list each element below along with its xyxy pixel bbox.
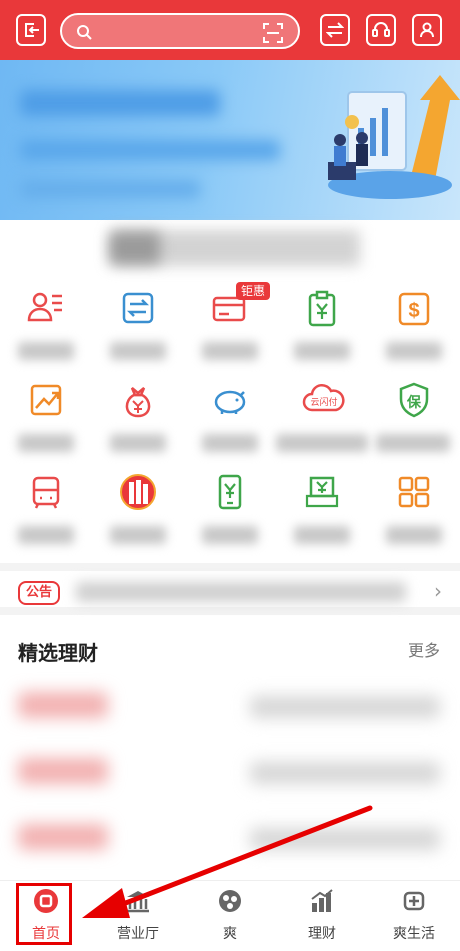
service-item[interactable] (92, 280, 184, 372)
service-item[interactable] (184, 372, 276, 464)
tab-label: 爽生活 (393, 926, 435, 942)
shuang-icon (219, 890, 241, 912)
service-label-blurred (294, 526, 350, 544)
service-label-blurred (202, 526, 258, 544)
clipboard-yuan-icon (308, 290, 336, 327)
brand-logo-icon (120, 474, 156, 510)
service-label-blurred (110, 526, 166, 544)
service-item[interactable] (0, 280, 92, 372)
tab-shuang[interactable]: 爽 (184, 881, 276, 951)
tab-label: 营业厅 (117, 926, 159, 942)
chevron-right-icon[interactable]: › (434, 579, 442, 603)
service-item[interactable] (184, 464, 276, 556)
service-item[interactable]: $ (368, 280, 460, 372)
shield-bao-icon: 保 (399, 382, 429, 418)
service-item[interactable] (0, 372, 92, 464)
profile-icon[interactable] (412, 14, 442, 46)
service-label-blurred (110, 342, 166, 360)
phone-yuan-icon (218, 474, 242, 510)
finance-illustration-icon (328, 75, 460, 199)
service-label-blurred (202, 434, 258, 452)
notice-text-blurred (76, 582, 406, 602)
grid-icon (398, 476, 430, 508)
service-item[interactable]: 保 (368, 372, 460, 464)
piggy-bank-icon (214, 390, 246, 414)
search-input[interactable] (60, 13, 300, 49)
service-label-blurred (110, 434, 166, 452)
service-item[interactable] (0, 464, 92, 556)
service-item[interactable]: 云闪付 (276, 372, 368, 464)
transfer-icon[interactable] (320, 14, 350, 46)
more-link[interactable]: 更多 (408, 637, 440, 661)
bank-icon (127, 891, 149, 913)
customer-service-icon[interactable] (366, 14, 396, 46)
scan-icon[interactable] (262, 22, 284, 44)
dollar-icon: $ (398, 292, 430, 326)
product-item[interactable] (0, 812, 460, 874)
notice-bar[interactable]: 公告 › (0, 563, 460, 615)
service-item[interactable] (276, 280, 368, 372)
tab-label: 爽 (223, 926, 237, 942)
exit-icon[interactable] (16, 14, 46, 46)
service-label-blurred (18, 526, 74, 544)
top-bar (0, 0, 460, 60)
promo-badge: 钜惠 (236, 282, 271, 300)
service-label-blurred (386, 342, 442, 360)
service-label-blurred (276, 434, 368, 452)
life-icon (403, 891, 425, 911)
cloud-pay-icon: 云闪付 (302, 384, 345, 412)
banner-subtitle-blurred (20, 140, 280, 160)
search-icon (77, 25, 92, 40)
tab-life[interactable]: 爽生活 (368, 881, 460, 951)
transfer-icon (122, 292, 154, 324)
service-item[interactable] (276, 464, 368, 556)
banner-text-blurred (20, 180, 200, 198)
tab-finance[interactable]: 理财 (276, 881, 368, 951)
service-label-blurred (386, 526, 442, 544)
chart-icon (311, 889, 333, 912)
highlight-box (16, 883, 72, 945)
bus-icon (32, 476, 60, 509)
receipt-icon (305, 476, 339, 508)
service-label-blurred (294, 342, 350, 360)
tab-hall[interactable]: 营业厅 (92, 881, 184, 951)
notice-tag: 公告 (18, 581, 61, 605)
banner-title-blurred (20, 90, 220, 116)
trend-icon (30, 384, 62, 416)
service-label-blurred (18, 434, 74, 452)
money-bag-icon (125, 387, 151, 418)
tab-label: 理财 (308, 926, 336, 942)
user-list-icon (27, 292, 62, 322)
svg-text:云闪付: 云闪付 (310, 397, 337, 407)
svg-text:$: $ (408, 300, 419, 322)
service-item[interactable] (368, 464, 460, 556)
service-item[interactable] (92, 372, 184, 464)
service-item[interactable]: 钜惠 (184, 280, 276, 372)
product-item[interactable] (0, 746, 460, 808)
strip-image (110, 232, 160, 264)
service-label-blurred (376, 434, 450, 452)
service-label-blurred (202, 342, 258, 360)
service-label-blurred (18, 342, 74, 360)
product-item[interactable] (0, 680, 460, 742)
service-item[interactable] (92, 464, 184, 556)
promo-banner[interactable] (0, 60, 460, 220)
svg-text:保: 保 (406, 394, 422, 411)
section-title: 精选理财 (18, 641, 98, 665)
